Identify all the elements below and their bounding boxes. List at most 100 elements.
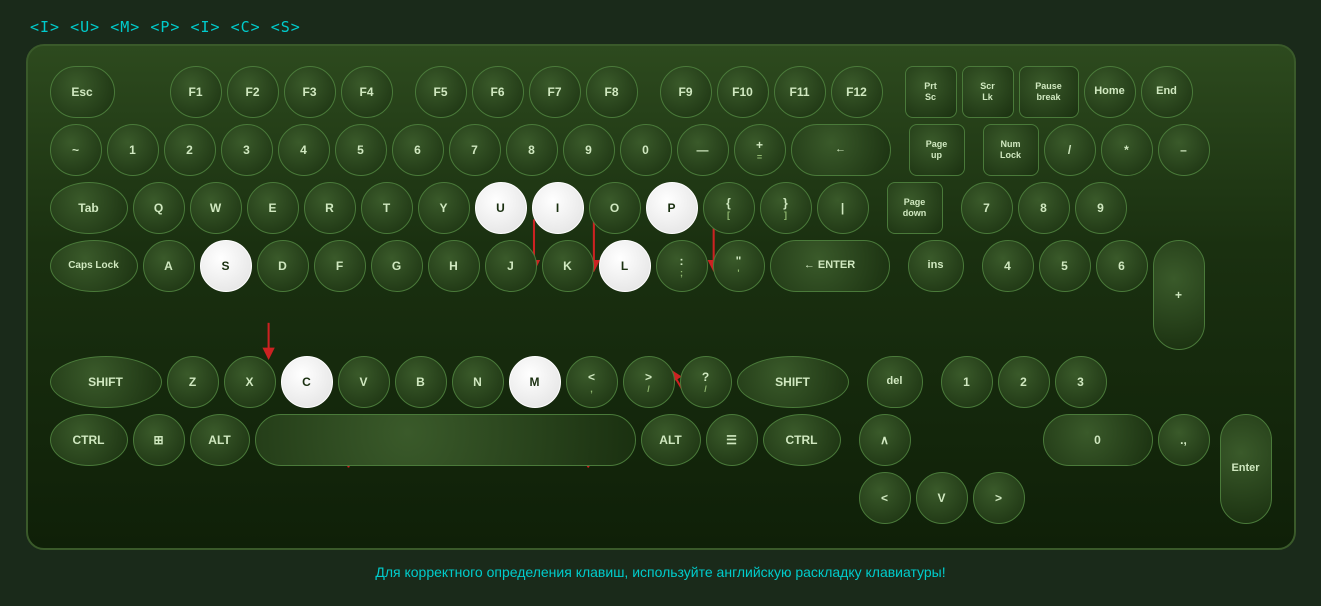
key-f1[interactable]: F1 — [170, 66, 222, 118]
key-numpad-2[interactable]: 2 — [998, 356, 1050, 408]
key-s[interactable]: S — [200, 240, 252, 292]
key-2[interactable]: 2 — [164, 124, 216, 176]
key-plus[interactable]: += — [734, 124, 786, 176]
key-esc[interactable]: Esc — [50, 66, 115, 118]
key-ctrl-right[interactable]: CTRL — [763, 414, 841, 466]
key-o[interactable]: O — [589, 182, 641, 234]
key-numpad-plus[interactable]: + — [1153, 240, 1205, 350]
key-j[interactable]: J — [485, 240, 537, 292]
key-e[interactable]: E — [247, 182, 299, 234]
key-shift-left[interactable]: SHIFT — [50, 356, 162, 408]
key-numpad-8[interactable]: 8 — [1018, 182, 1070, 234]
key-3[interactable]: 3 — [221, 124, 273, 176]
key-u[interactable]: U — [475, 182, 527, 234]
key-f[interactable]: F — [314, 240, 366, 292]
key-t[interactable]: T — [361, 182, 413, 234]
key-pause[interactable]: Pausebreak — [1019, 66, 1079, 118]
key-f4[interactable]: F4 — [341, 66, 393, 118]
key-rbracket[interactable]: }] — [760, 182, 812, 234]
key-r[interactable]: R — [304, 182, 356, 234]
key-numlock[interactable]: NumLock — [983, 124, 1039, 176]
key-backspace[interactable]: ← — [791, 124, 891, 176]
key-numpad-6[interactable]: 6 — [1096, 240, 1148, 292]
key-quote[interactable]: "' — [713, 240, 765, 292]
key-q[interactable]: Q — [133, 182, 185, 234]
key-numpad-9[interactable]: 9 — [1075, 182, 1127, 234]
key-semicolon[interactable]: :; — [656, 240, 708, 292]
key-minus[interactable]: — — [677, 124, 729, 176]
key-8[interactable]: 8 — [506, 124, 558, 176]
key-arrow-right[interactable]: > — [973, 472, 1025, 524]
key-ctrl-left[interactable]: CTRL — [50, 414, 128, 466]
key-b[interactable]: B — [395, 356, 447, 408]
key-a[interactable]: A — [143, 240, 195, 292]
key-n[interactable]: N — [452, 356, 504, 408]
key-4[interactable]: 4 — [278, 124, 330, 176]
key-h[interactable]: H — [428, 240, 480, 292]
key-numpad-dot[interactable]: ., — [1158, 414, 1210, 466]
key-numpad-asterisk[interactable]: * — [1101, 124, 1153, 176]
key-0[interactable]: 0 — [620, 124, 672, 176]
key-numpad-5[interactable]: 5 — [1039, 240, 1091, 292]
key-c[interactable]: C — [281, 356, 333, 408]
key-f8[interactable]: F8 — [586, 66, 638, 118]
key-7[interactable]: 7 — [449, 124, 501, 176]
key-g[interactable]: G — [371, 240, 423, 292]
key-numpad-7[interactable]: 7 — [961, 182, 1013, 234]
key-numpad-slash[interactable]: / — [1044, 124, 1096, 176]
key-z[interactable]: Z — [167, 356, 219, 408]
key-f3[interactable]: F3 — [284, 66, 336, 118]
key-ins[interactable]: ins — [908, 240, 964, 292]
key-numpad-1[interactable]: 1 — [941, 356, 993, 408]
key-tab[interactable]: Tab — [50, 182, 128, 234]
key-alt-left[interactable]: ALT — [190, 414, 250, 466]
key-p[interactable]: P — [646, 182, 698, 234]
key-arrow-left[interactable]: < — [859, 472, 911, 524]
key-l[interactable]: L — [599, 240, 651, 292]
key-del[interactable]: del — [867, 356, 923, 408]
key-backslash[interactable]: | — [817, 182, 869, 234]
key-shift-right[interactable]: SHIFT — [737, 356, 849, 408]
key-capslock[interactable]: Caps Lock — [50, 240, 138, 292]
key-v[interactable]: V — [338, 356, 390, 408]
key-w[interactable]: W — [190, 182, 242, 234]
key-arrow-up[interactable]: ∧ — [859, 414, 911, 466]
key-lbracket[interactable]: {[ — [703, 182, 755, 234]
key-alt-right[interactable]: ALT — [641, 414, 701, 466]
key-1[interactable]: 1 — [107, 124, 159, 176]
key-numpad-enter[interactable]: Enter — [1220, 414, 1272, 524]
key-numpad-minus[interactable]: – — [1158, 124, 1210, 176]
key-end[interactable]: End — [1141, 66, 1193, 118]
key-enter[interactable]: ← ENTER — [770, 240, 890, 292]
key-y[interactable]: Y — [418, 182, 470, 234]
key-x[interactable]: X — [224, 356, 276, 408]
key-arrow-down[interactable]: V — [916, 472, 968, 524]
key-f6[interactable]: F6 — [472, 66, 524, 118]
key-win[interactable]: ⊞ — [133, 414, 185, 466]
key-d[interactable]: D — [257, 240, 309, 292]
key-f5[interactable]: F5 — [415, 66, 467, 118]
key-f9[interactable]: F9 — [660, 66, 712, 118]
key-home[interactable]: Home — [1084, 66, 1136, 118]
key-numpad-4[interactable]: 4 — [982, 240, 1034, 292]
key-numpad-0[interactable]: 0 — [1043, 414, 1153, 466]
key-f12[interactable]: F12 — [831, 66, 883, 118]
key-scrlk[interactable]: ScrLk — [962, 66, 1014, 118]
key-f10[interactable]: F10 — [717, 66, 769, 118]
key-6[interactable]: 6 — [392, 124, 444, 176]
key-9[interactable]: 9 — [563, 124, 615, 176]
key-comma[interactable]: <, — [566, 356, 618, 408]
key-period[interactable]: >/ — [623, 356, 675, 408]
key-slash[interactable]: ?/ — [680, 356, 732, 408]
key-pagedown[interactable]: Pagedown — [887, 182, 943, 234]
key-f11[interactable]: F11 — [774, 66, 826, 118]
key-numpad-3[interactable]: 3 — [1055, 356, 1107, 408]
key-menu[interactable]: ☰ — [706, 414, 758, 466]
key-pageup[interactable]: Pageup — [909, 124, 965, 176]
key-k[interactable]: K — [542, 240, 594, 292]
key-space[interactable] — [255, 414, 636, 466]
key-m[interactable]: M — [509, 356, 561, 408]
key-f2[interactable]: F2 — [227, 66, 279, 118]
key-i[interactable]: I — [532, 182, 584, 234]
key-prtsc[interactable]: PrtSc — [905, 66, 957, 118]
